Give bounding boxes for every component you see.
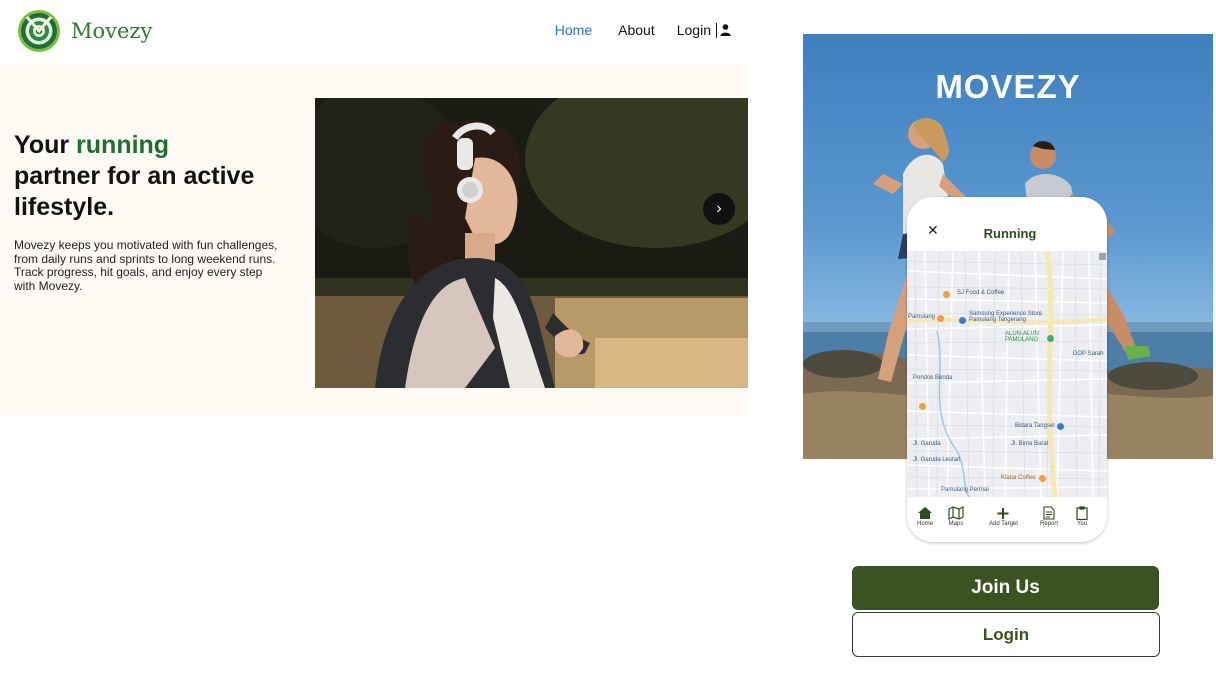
- carousel-next-button[interactable]: ›: [703, 193, 735, 225]
- map-label-klana: Klana Coffee: [1001, 475, 1036, 481]
- tab-you[interactable]: You: [1074, 506, 1090, 527]
- map-label-dop: DOP Sarah: [1073, 351, 1104, 357]
- map-label-permai: Pamulang Permai: [941, 487, 989, 493]
- nav-login-label: Login: [676, 22, 711, 38]
- map-label-garuda-lestari: Jl. Garuda Lestari: [913, 457, 961, 463]
- main-nav: Home About Login: [529, 22, 731, 38]
- brand-logo[interactable]: Movezy: [17, 9, 152, 53]
- tab-home[interactable]: Home: [917, 506, 933, 527]
- phone-screen-title: Running: [983, 226, 1037, 241]
- hero-title: Your running partner for an active lifes…: [14, 130, 304, 223]
- logo-icon: [18, 10, 60, 52]
- map-label-bidara: Bidara Tangsel: [1015, 423, 1055, 429]
- report-icon: [1043, 506, 1055, 520]
- hero-image: ›: [315, 98, 748, 388]
- map-pin-alun[interactable]: [1047, 335, 1054, 342]
- map-icon: [948, 506, 964, 520]
- nav-home[interactable]: Home: [555, 22, 592, 38]
- tab-add-target[interactable]: Add Target: [989, 506, 1018, 527]
- tab-home-label: Home: [917, 521, 934, 527]
- phone-bottom-nav: Home Maps Add Target Report You: [907, 497, 1107, 542]
- tab-report[interactable]: Report: [1040, 506, 1058, 527]
- map-pin-garuda[interactable]: [919, 403, 926, 410]
- tab-report-label: Report: [1040, 521, 1059, 527]
- map-label-alun: ALUN-ALUN PAMULANG: [1005, 331, 1040, 343]
- map-pin-store[interactable]: [959, 317, 966, 324]
- map-label-pamulang: Pamulang: [908, 314, 936, 320]
- home-icon: [918, 507, 932, 519]
- hero-description: Movezy keeps you motivated with fun chal…: [14, 238, 278, 293]
- tab-maps-label: Maps: [948, 521, 964, 527]
- nav-divider: [716, 22, 717, 38]
- clipboard-icon: [1076, 506, 1088, 520]
- map-label-food: SJ Food & Coffee: [957, 290, 1005, 296]
- map-label-garuda: Jl. Garuda: [913, 441, 941, 447]
- promo-title: MOVEZY: [935, 68, 1081, 105]
- nav-login[interactable]: Login: [677, 22, 731, 38]
- map-pin-klana[interactable]: [1039, 475, 1046, 482]
- nav-about[interactable]: About: [618, 22, 655, 38]
- map-label-bima: Jl. Bima Barat: [1011, 441, 1049, 447]
- map-label-store: Samsung Experience Store Pamulang Tanger…: [969, 311, 1043, 323]
- tab-you-label: You: [1076, 521, 1088, 527]
- map-pin-pamulang[interactable]: [937, 315, 944, 322]
- hero-title-suffix: partner for an active lifestyle.: [14, 162, 255, 221]
- user-icon: [720, 24, 731, 36]
- runner-illustration: [315, 98, 748, 388]
- plus-icon: [997, 508, 1009, 519]
- phone-header: ✕ Running: [907, 197, 1107, 251]
- login-button[interactable]: Login: [852, 612, 1160, 657]
- join-us-button[interactable]: Join Us: [852, 566, 1159, 610]
- brand-name: Movezy: [71, 19, 153, 43]
- phone-mockup: ✕ Running SJ Food & Coffee Samsung Exper…: [907, 197, 1107, 542]
- map-pin-food[interactable]: [943, 291, 950, 298]
- hero-title-accent: running: [76, 131, 170, 159]
- hero-section: Your running partner for an active lifes…: [0, 64, 748, 416]
- map-label-benda: Pondok Benda: [913, 375, 953, 381]
- tab-add-target-label: Add Target: [989, 521, 1018, 527]
- chevron-right-icon: ›: [716, 200, 722, 217]
- map-pin-bidara[interactable]: [1057, 423, 1064, 430]
- route-map[interactable]: SJ Food & Coffee Samsung Experience Stor…: [907, 251, 1107, 497]
- site-header: Movezy Home About Login: [0, 0, 748, 64]
- tab-maps[interactable]: Maps: [948, 506, 964, 527]
- hero-title-prefix: Your: [14, 131, 77, 159]
